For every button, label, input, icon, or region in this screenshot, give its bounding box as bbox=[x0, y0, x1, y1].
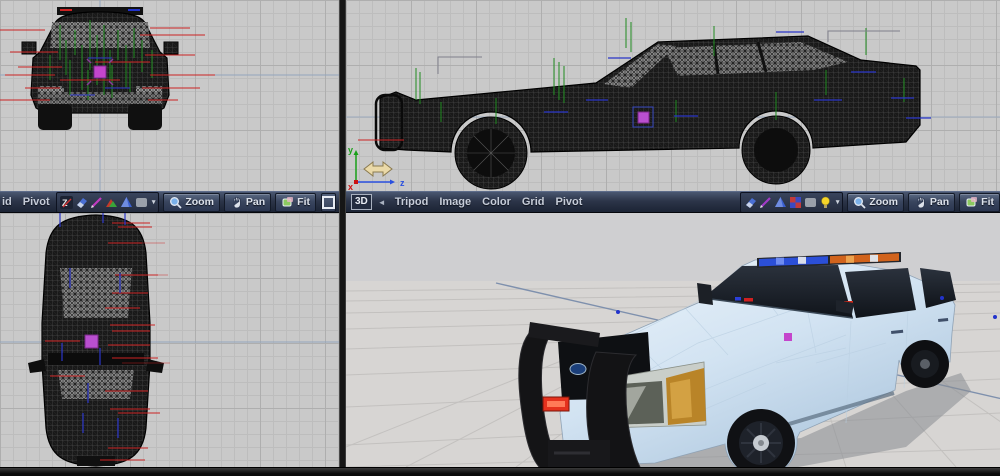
top-pivot-marker[interactable] bbox=[85, 335, 98, 348]
draw-mode-icon-group: Z ▾ bbox=[56, 192, 160, 213]
pen-wire-icon[interactable] bbox=[90, 196, 103, 209]
magnifier-icon bbox=[169, 196, 182, 209]
zoom-button-label: Zoom bbox=[185, 196, 214, 208]
flat-shade-icon[interactable] bbox=[804, 196, 817, 209]
viewport-front-wireframe[interactable] bbox=[0, 0, 339, 191]
menu-item-color[interactable]: Color bbox=[482, 196, 511, 208]
hand-icon bbox=[230, 196, 243, 209]
ground-blue-marker bbox=[616, 310, 620, 314]
maximize-icon bbox=[322, 196, 335, 209]
multicolor-shade-icon[interactable] bbox=[105, 196, 118, 209]
wireframe-z-mode-icon[interactable]: Z bbox=[60, 196, 73, 209]
front-door-window bbox=[845, 268, 916, 318]
viewport-splitter[interactable] bbox=[339, 0, 346, 467]
3d-canvas bbox=[346, 213, 1000, 467]
menu-item-tripod[interactable]: Tripod bbox=[395, 196, 429, 208]
fit-button-label: Fit bbox=[297, 196, 310, 208]
pivot-marker-3d[interactable] bbox=[784, 333, 792, 341]
pen-wire-icon[interactable] bbox=[759, 196, 772, 209]
view-mode-button[interactable]: 3D bbox=[351, 194, 372, 210]
viewport-3d-perspective[interactable] bbox=[346, 213, 1000, 467]
pan-button-left[interactable]: Pan bbox=[224, 193, 271, 212]
bottom-border bbox=[0, 467, 1000, 476]
blue-marker-2 bbox=[993, 315, 997, 319]
menu-item-grid[interactable]: Grid bbox=[522, 196, 545, 208]
eraser-shade-icon[interactable] bbox=[75, 196, 88, 209]
zoom-button-left[interactable]: Zoom bbox=[163, 193, 220, 212]
dash-light-blue bbox=[735, 297, 741, 301]
viewport-top-wireframe[interactable] bbox=[0, 213, 339, 467]
menu-item-pivot[interactable]: Pivot bbox=[23, 196, 50, 208]
fit-button-label: Fit bbox=[981, 196, 994, 208]
render-dropdown-icon[interactable]: ▾ bbox=[836, 198, 840, 206]
viewport-side-wireframe[interactable]: y x z bbox=[346, 0, 1000, 191]
fit-button-left[interactable]: Fit bbox=[275, 193, 316, 212]
maximize-viewport-button[interactable] bbox=[321, 193, 336, 212]
dash-light-red bbox=[744, 298, 753, 302]
front-wireframe-canvas bbox=[0, 0, 339, 191]
cone-shade-icon[interactable] bbox=[120, 196, 133, 209]
pan-button-right[interactable]: Pan bbox=[908, 193, 955, 212]
pan-button-label: Pan bbox=[930, 196, 949, 208]
pan-button-label: Pan bbox=[246, 196, 265, 208]
left-viewport-toolbar: id Pivot Z ▾ Zoom Pan Fit bbox=[0, 191, 339, 213]
fit-icon bbox=[965, 196, 978, 209]
shade-dropdown-icon[interactable]: ▾ bbox=[152, 198, 156, 206]
blue-marker-1 bbox=[940, 296, 944, 300]
fit-icon bbox=[281, 196, 294, 209]
rear-wheel bbox=[901, 340, 949, 388]
top-wireframe-canvas bbox=[0, 213, 339, 467]
cone-shade-icon[interactable] bbox=[774, 196, 787, 209]
app-window: y x z id Pivot Z ▾ Zoom Pan bbox=[0, 0, 1000, 476]
render-mode-icon-group: ▾ bbox=[740, 192, 844, 213]
spotlight bbox=[697, 283, 713, 305]
pan-cursor-icon bbox=[364, 162, 392, 176]
axis-label-y: y bbox=[348, 145, 353, 155]
menu-item-grid-clipped[interactable]: id bbox=[2, 196, 12, 208]
side-wireframe-canvas: y x z bbox=[346, 0, 1000, 191]
zoom-button-label: Zoom bbox=[869, 196, 898, 208]
zoom-button-right[interactable]: Zoom bbox=[847, 193, 904, 212]
menu-item-pivot-right[interactable]: Pivot bbox=[555, 196, 582, 208]
right-viewport-toolbar: 3D ◄ Tripod Image Color Grid Pivot ▾ Zoo… bbox=[346, 191, 1000, 213]
eraser-shade-icon[interactable] bbox=[744, 196, 757, 209]
hand-icon bbox=[914, 196, 927, 209]
checker-texture-icon[interactable] bbox=[789, 196, 802, 209]
lightbulb-icon[interactable] bbox=[819, 196, 832, 209]
magnifier-icon bbox=[853, 196, 866, 209]
collapse-arrow-icon[interactable]: ◄ bbox=[378, 198, 386, 207]
fit-button-right[interactable]: Fit bbox=[959, 193, 1000, 212]
axis-label-x: x bbox=[348, 182, 353, 191]
axis-label-z: z bbox=[400, 178, 405, 188]
menu-item-image[interactable]: Image bbox=[439, 196, 471, 208]
ford-emblem bbox=[570, 364, 586, 375]
flat-shade-icon[interactable] bbox=[135, 196, 148, 209]
